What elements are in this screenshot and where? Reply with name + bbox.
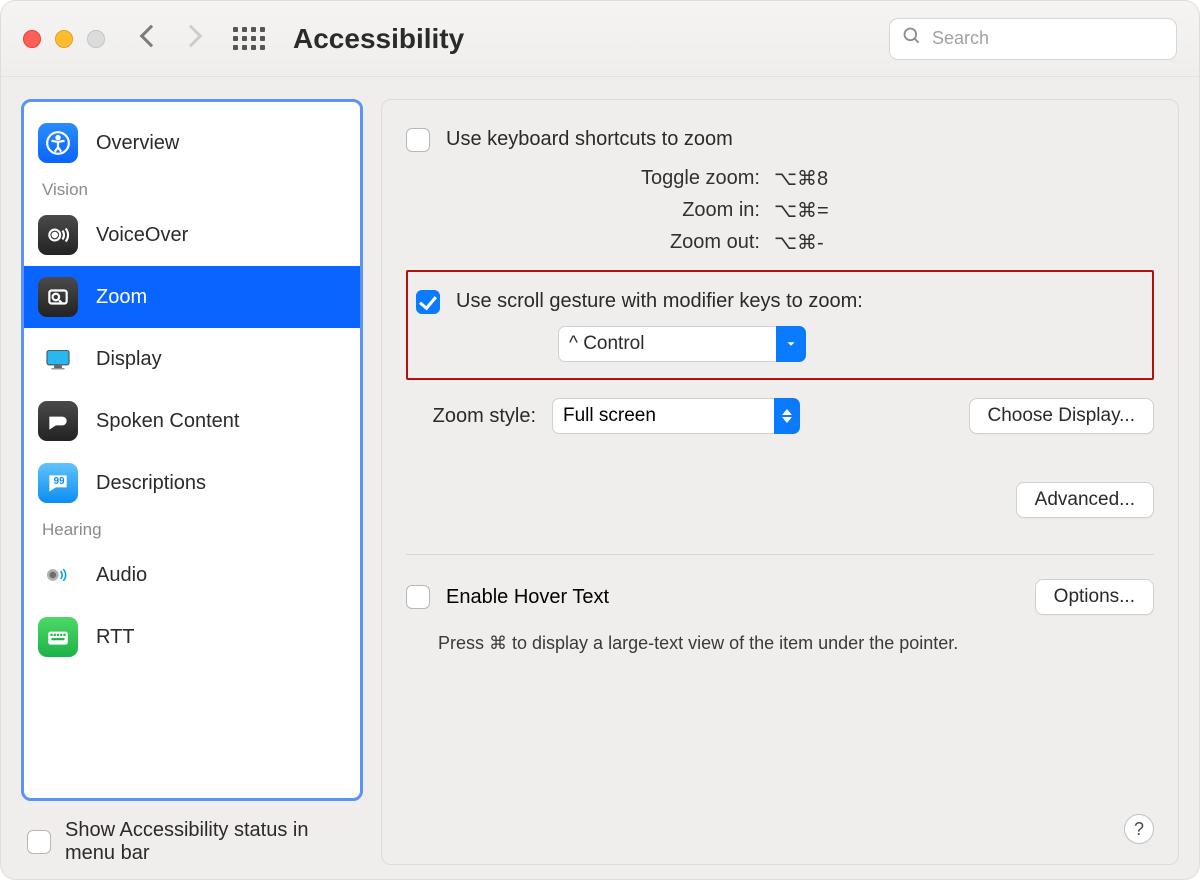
left-column: Overview Vision VoiceOver Zoom	[21, 99, 363, 865]
separator	[406, 554, 1154, 555]
zoom-settings-panel: Use keyboard shortcuts to zoom Toggle zo…	[381, 99, 1179, 865]
sidebar-item-label: Overview	[96, 132, 179, 155]
choose-display-button[interactable]: Choose Display...	[969, 398, 1155, 434]
zoom-style-label: Zoom style:	[406, 405, 536, 428]
titlebar: Accessibility	[1, 1, 1199, 77]
display-icon	[38, 339, 78, 379]
sidebar-item-label: Zoom	[96, 286, 147, 309]
up-down-icon	[774, 398, 800, 434]
hover-text-label: Enable Hover Text	[446, 586, 609, 609]
scroll-gesture-checkbox[interactable]	[416, 290, 440, 314]
sidebar-item-spoken-content[interactable]: Spoken Content	[24, 390, 360, 452]
minimize-window-button[interactable]	[55, 30, 73, 48]
rtt-icon	[38, 617, 78, 657]
chevron-down-icon	[776, 326, 806, 362]
zoom-style-row: Zoom style: Full screen Choose Display..…	[406, 398, 1154, 434]
shortcut-label: Toggle zoom:	[406, 167, 760, 190]
accessibility-icon	[38, 123, 78, 163]
descriptions-icon: 99	[38, 463, 78, 503]
sidebar-item-label: Display	[96, 348, 162, 371]
status-in-menubar-row: Show Accessibility status in menu bar	[21, 801, 363, 865]
sidebar-item-voiceover[interactable]: VoiceOver	[24, 204, 360, 266]
maximize-window-button[interactable]	[87, 30, 105, 48]
search-icon	[902, 26, 930, 51]
shortcut-zoom-in: Zoom in: ⌥⌘=	[406, 194, 1154, 226]
sidebar-item-label: Descriptions	[96, 472, 206, 495]
highlighted-region: Use scroll gesture with modifier keys to…	[406, 270, 1154, 380]
keyboard-shortcuts-checkbox[interactable]	[406, 128, 430, 152]
keyboard-shortcuts-label: Use keyboard shortcuts to zoom	[446, 128, 733, 151]
audio-icon	[38, 555, 78, 595]
nav-buttons	[143, 28, 199, 49]
hover-text-row: Enable Hover Text Options...	[406, 579, 1154, 615]
search-input[interactable]	[930, 27, 1164, 50]
sidebar-item-label: RTT	[96, 626, 135, 649]
forward-button[interactable]	[183, 28, 199, 49]
modifier-key-select[interactable]: ^ Control	[558, 326, 806, 362]
shortcut-keys: ⌥⌘=	[774, 198, 860, 223]
sidebar-item-label: Audio	[96, 564, 147, 587]
sidebar-item-audio[interactable]: Audio	[24, 544, 360, 606]
shortcut-keys: ⌥⌘-	[774, 230, 860, 255]
sidebar-item-descriptions[interactable]: 99 Descriptions	[24, 452, 360, 514]
shortcut-keys: ⌥⌘8	[774, 166, 860, 191]
sidebar-item-label: VoiceOver	[96, 224, 188, 247]
window-controls	[23, 30, 105, 48]
shortcut-label: Zoom out:	[406, 231, 760, 254]
back-button[interactable]	[143, 28, 159, 49]
zoom-style-select[interactable]: Full screen	[552, 398, 800, 434]
voiceover-icon	[38, 215, 78, 255]
status-in-menubar-checkbox[interactable]	[27, 830, 51, 854]
sidebar-group-vision: Vision	[24, 174, 360, 204]
sidebar-item-overview[interactable]: Overview	[24, 112, 360, 174]
shortcut-list: Toggle zoom: ⌥⌘8 Zoom in: ⌥⌘= Zoom out: …	[406, 162, 1154, 258]
sidebar-item-rtt[interactable]: RTT	[24, 606, 360, 668]
close-window-button[interactable]	[23, 30, 41, 48]
advanced-button[interactable]: Advanced...	[1016, 482, 1154, 518]
zoom-icon	[38, 277, 78, 317]
options-button[interactable]: Options...	[1035, 579, 1154, 615]
scroll-gesture-row: Use scroll gesture with modifier keys to…	[416, 290, 1134, 314]
spoken-content-icon	[38, 401, 78, 441]
zoom-style-value: Full screen	[563, 405, 656, 427]
sidebar: Overview Vision VoiceOver Zoom	[21, 99, 363, 801]
window-title: Accessibility	[293, 23, 464, 55]
hover-text-checkbox[interactable]	[406, 585, 430, 609]
shortcut-zoom-out: Zoom out: ⌥⌘-	[406, 226, 1154, 258]
keyboard-shortcuts-row: Use keyboard shortcuts to zoom	[406, 128, 1154, 152]
svg-text:99: 99	[54, 476, 65, 487]
sidebar-item-zoom[interactable]: Zoom	[24, 266, 360, 328]
sidebar-item-label: Spoken Content	[96, 410, 239, 433]
system-preferences-window: Accessibility Overview Vision	[0, 0, 1200, 880]
shortcut-toggle-zoom: Toggle zoom: ⌥⌘8	[406, 162, 1154, 194]
sidebar-item-display[interactable]: Display	[24, 328, 360, 390]
sidebar-group-hearing: Hearing	[24, 514, 360, 544]
hover-text-description: Press ⌘ to display a large-text view of …	[438, 633, 1154, 654]
show-all-prefs-button[interactable]	[233, 27, 265, 50]
modifier-key-value: ^ Control	[569, 333, 644, 355]
status-in-menubar-label: Show Accessibility status in menu bar	[65, 819, 357, 865]
body: Overview Vision VoiceOver Zoom	[1, 77, 1199, 879]
help-button[interactable]: ?	[1124, 814, 1154, 844]
search-field[interactable]	[889, 18, 1177, 60]
scroll-gesture-label: Use scroll gesture with modifier keys to…	[456, 290, 863, 313]
shortcut-label: Zoom in:	[406, 199, 760, 222]
